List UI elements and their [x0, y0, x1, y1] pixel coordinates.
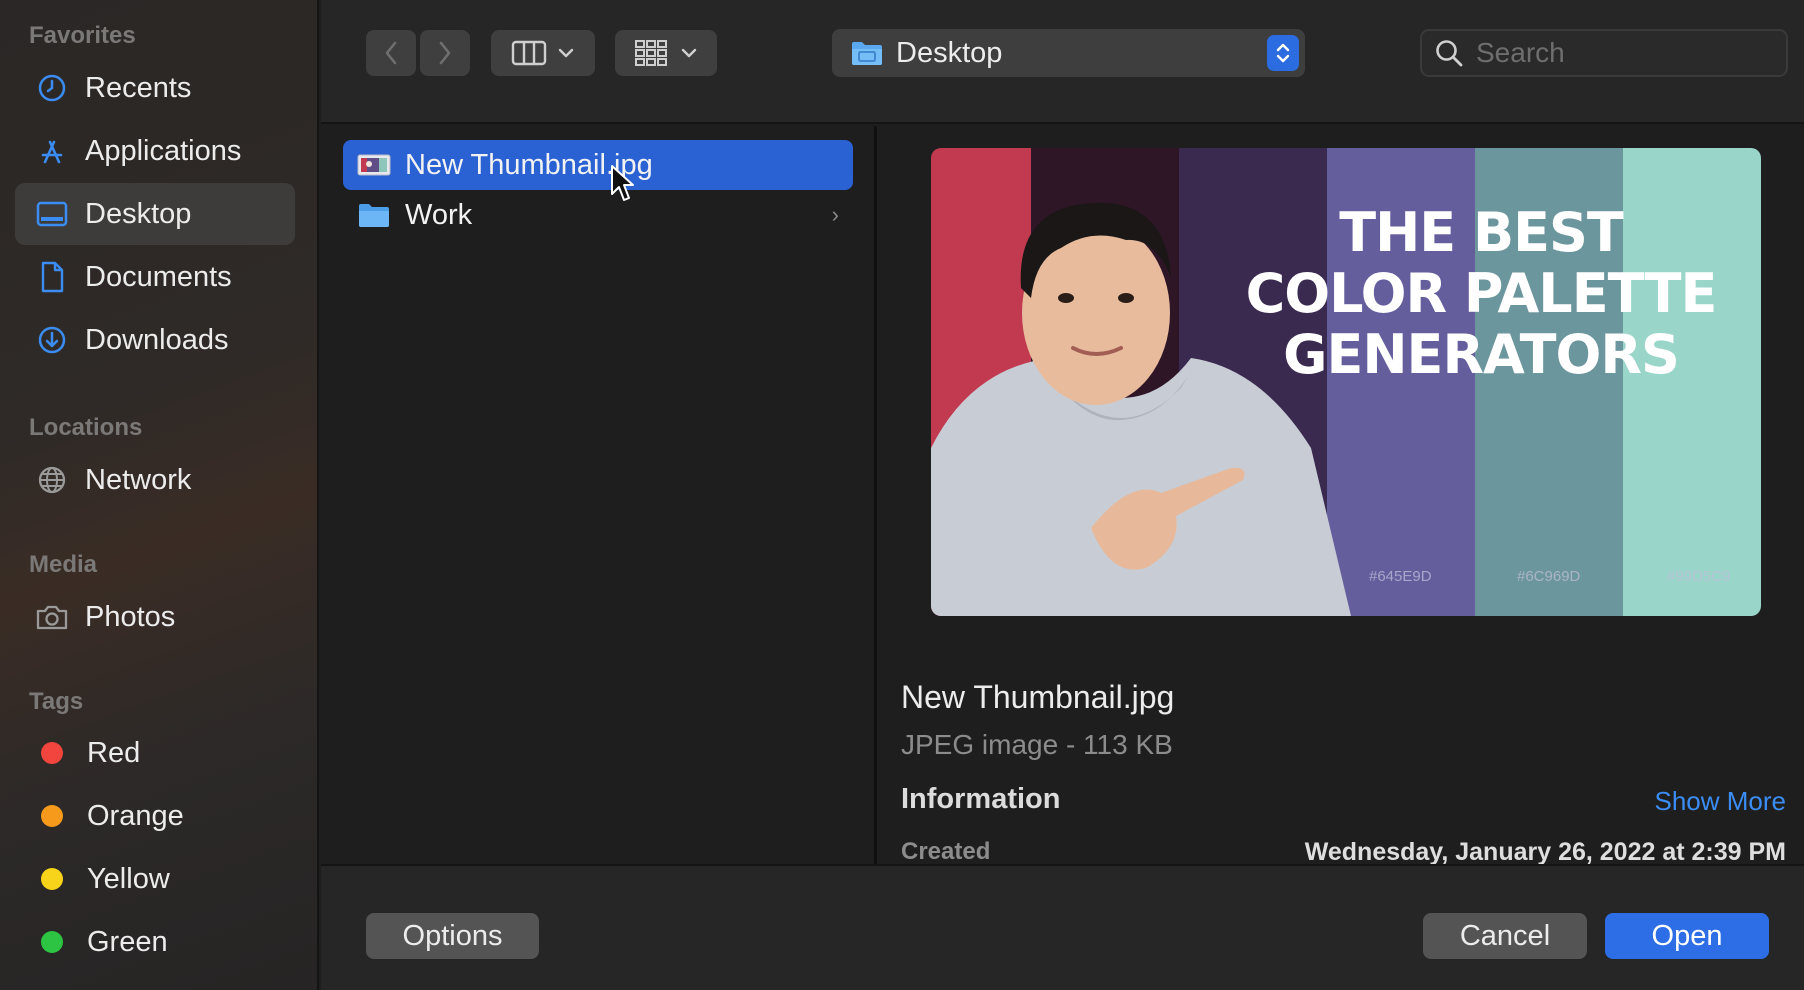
document-icon	[35, 260, 69, 294]
tag-color-dot	[41, 868, 63, 890]
sidebar-item-label: Orange	[87, 799, 184, 832]
camera-icon	[35, 600, 69, 634]
desktop-icon	[35, 197, 69, 231]
search-input[interactable]	[1476, 37, 1766, 69]
sidebar-section-favorites: Favorites	[29, 22, 136, 49]
applications-icon	[35, 134, 69, 168]
grid-icon	[635, 40, 667, 66]
sidebar-item-label: Red	[87, 736, 141, 769]
thumbnail-title-line: GENERATORS	[1283, 323, 1680, 386]
thumbnail-title-line: THE BEST	[1339, 201, 1624, 264]
tag-color-dot	[41, 742, 63, 764]
sidebar-item-label: Recents	[85, 71, 192, 104]
location-label: Desktop	[896, 36, 1003, 69]
file-list: New Thumbnail.jpg Work ›	[321, 126, 877, 864]
chevron-right-icon: ›	[831, 202, 839, 227]
file-row-new-thumbnail[interactable]: New Thumbnail.jpg	[343, 140, 853, 190]
sidebar-item-label: Documents	[85, 260, 232, 293]
tag-color-dot	[41, 931, 63, 953]
preview-pane: THE BEST COLOR PALETTE GENERATORS #645E9…	[880, 126, 1804, 866]
open-button[interactable]: Open	[1605, 913, 1769, 959]
show-more-link[interactable]: Show More	[1655, 786, 1787, 817]
sidebar-section-locations: Locations	[29, 414, 143, 441]
sidebar-tag-green[interactable]: Green	[15, 911, 295, 973]
sidebar-item-label: Desktop	[85, 197, 192, 230]
file-row-work[interactable]: Work ›	[343, 190, 853, 240]
columns-view-icon	[511, 40, 547, 66]
folder-icon	[357, 201, 391, 229]
sidebar: Favorites Recents Applications Desktop D…	[0, 0, 319, 990]
thumbnail-preview-image: THE BEST COLOR PALETTE GENERATORS #645E9…	[931, 148, 1761, 616]
sidebar-section-tags: Tags	[29, 688, 84, 715]
preview-file-name: New Thumbnail.jpg	[901, 679, 1175, 715]
sidebar-item-network[interactable]: Network	[15, 449, 295, 511]
location-popup[interactable]: Desktop	[832, 29, 1305, 77]
chevron-right-icon	[439, 41, 451, 65]
dialog-footer: Options Cancel Open	[321, 864, 1804, 990]
sidebar-item-label: Applications	[85, 134, 242, 167]
sidebar-item-downloads[interactable]: Downloads	[15, 309, 295, 371]
cancel-button[interactable]: Cancel	[1423, 913, 1587, 959]
hex-label: #645E9D	[1369, 568, 1432, 585]
information-heading: Information	[901, 783, 1061, 815]
sidebar-item-label: Downloads	[85, 323, 229, 356]
sidebar-section-media: Media	[29, 551, 98, 578]
sidebar-item-label: Green	[87, 925, 168, 958]
open-file-dialog: Favorites Recents Applications Desktop D…	[0, 0, 1804, 990]
image-file-icon	[357, 151, 391, 179]
globe-icon	[35, 463, 69, 497]
created-label: Created	[901, 838, 991, 865]
chevron-down-icon	[558, 48, 574, 58]
search-field[interactable]	[1420, 29, 1788, 77]
sidebar-tag-orange[interactable]: Orange	[15, 785, 295, 847]
hex-label: #99D5C9	[1667, 568, 1731, 585]
toolbar: Desktop	[321, 0, 1804, 124]
file-name: Work	[405, 198, 473, 231]
hex-label: #6C969D	[1517, 568, 1581, 585]
sidebar-item-label: Yellow	[87, 862, 170, 895]
mouse-cursor-icon	[611, 165, 634, 201]
view-mode-button[interactable]	[491, 30, 595, 76]
options-button[interactable]: Options	[366, 913, 539, 959]
sidebar-tag-red[interactable]: Red	[15, 722, 295, 784]
sidebar-item-photos[interactable]: Photos	[15, 586, 295, 648]
sidebar-item-documents[interactable]: Documents	[15, 246, 295, 308]
sidebar-item-label: Photos	[85, 600, 176, 633]
forward-button[interactable]	[420, 30, 470, 76]
created-value: Wednesday, January 26, 2022 at 2:39 PM	[1304, 838, 1786, 866]
sidebar-item-desktop[interactable]: Desktop	[15, 183, 295, 245]
preview-file-kind: JPEG image - 113 KB	[901, 729, 1173, 760]
clock-icon	[35, 71, 69, 105]
thumbnail-title: THE BEST COLOR PALETTE GENERATORS	[1201, 202, 1761, 385]
folder-icon	[850, 39, 884, 67]
back-button[interactable]	[366, 30, 416, 76]
search-icon	[1434, 38, 1464, 68]
stepper-icon	[1267, 35, 1299, 71]
sidebar-item-label: Network	[85, 463, 192, 496]
chevron-down-icon	[681, 48, 697, 58]
sidebar-item-applications[interactable]: Applications	[15, 120, 295, 182]
thumbnail-title-line: COLOR PALETTE	[1245, 262, 1718, 325]
tag-color-dot	[41, 805, 63, 827]
sidebar-item-recents[interactable]: Recents	[15, 57, 295, 119]
download-icon	[35, 323, 69, 357]
sidebar-tag-yellow[interactable]: Yellow	[15, 848, 295, 910]
chevron-left-icon	[385, 41, 397, 65]
group-button[interactable]	[615, 30, 717, 76]
